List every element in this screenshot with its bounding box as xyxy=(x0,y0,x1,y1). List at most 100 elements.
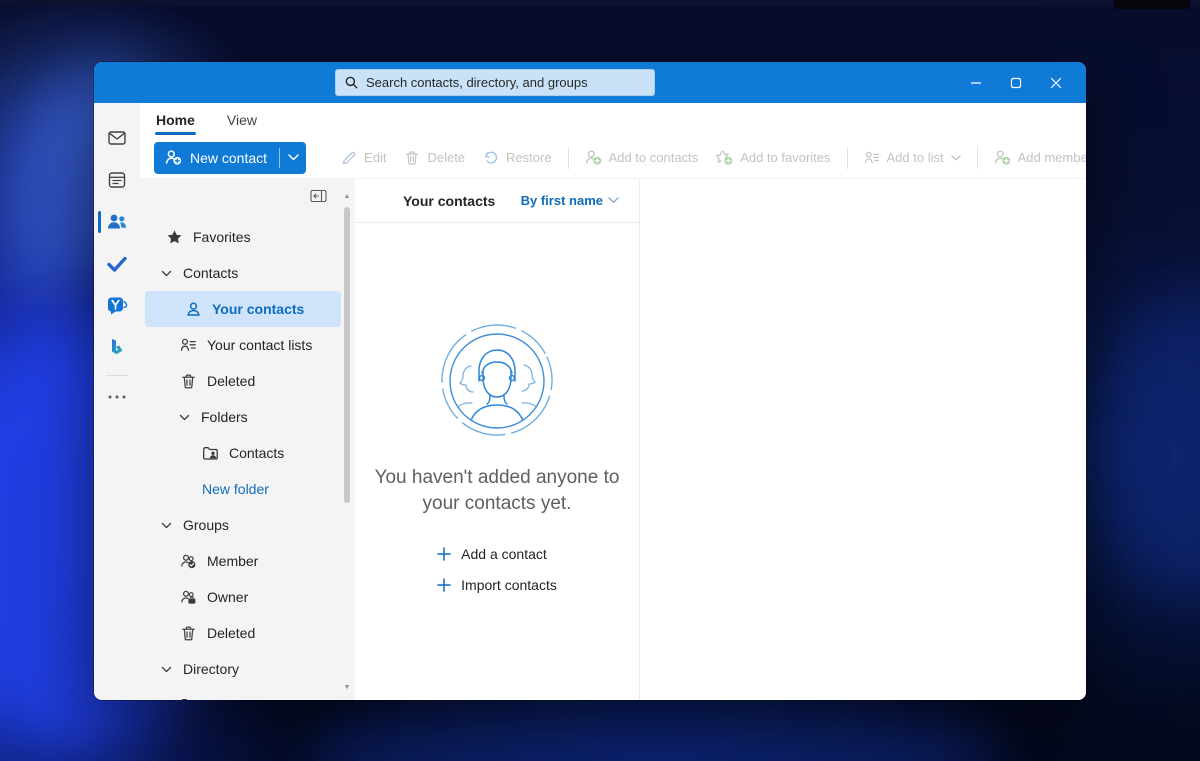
minimize-icon xyxy=(970,77,982,89)
sidebar-item-label: New folder xyxy=(202,481,269,497)
sidebar-scrollbar[interactable]: ▲ ▼ xyxy=(341,193,353,692)
chevron-down-icon xyxy=(951,155,961,161)
folder-icon xyxy=(180,697,197,701)
sidebar-item-label: Default Global Add... xyxy=(207,697,335,700)
people-briefcase-icon xyxy=(180,589,197,606)
sidebar-item-label: Member xyxy=(207,553,258,569)
sidebar-item-owner[interactable]: Owner xyxy=(140,579,355,615)
contacts-list-pane: Your contacts By first name xyxy=(355,179,640,700)
sort-by-dropdown[interactable]: By first name xyxy=(521,193,619,208)
pencil-icon xyxy=(341,150,357,166)
scroll-up-arrow[interactable]: ▲ xyxy=(344,193,351,201)
rail-mail-button[interactable] xyxy=(94,117,140,159)
new-contact-button[interactable]: New contact xyxy=(154,142,306,174)
close-icon xyxy=(1050,77,1062,89)
sidebar-section-contacts[interactable]: Contacts xyxy=(140,255,355,291)
titlebar[interactable] xyxy=(94,62,1086,103)
add-to-list-label: Add to list xyxy=(887,150,944,165)
person-add-icon xyxy=(165,149,182,166)
top-right-black-strip xyxy=(1114,0,1190,9)
tab-view[interactable]: View xyxy=(225,108,259,135)
sidebar-item-label: Deleted xyxy=(207,625,255,641)
sidebar-section-groups[interactable]: Groups xyxy=(140,507,355,543)
rail-more-apps-button[interactable] xyxy=(94,382,140,412)
import-contacts-link[interactable]: Import contacts xyxy=(437,577,557,593)
sidebar-item-favorites[interactable]: Favorites xyxy=(140,219,355,255)
plus-icon xyxy=(437,547,451,561)
chevron-down-icon xyxy=(160,267,173,280)
edit-label: Edit xyxy=(364,150,386,165)
sidebar-item-your-contact-lists[interactable]: Your contact lists xyxy=(140,327,355,363)
sidebar-section-folders[interactable]: Folders xyxy=(140,399,355,435)
import-contacts-label: Import contacts xyxy=(461,577,557,593)
sidebar-item-deleted-groups[interactable]: Deleted xyxy=(140,615,355,651)
rail-calendar-button[interactable] xyxy=(94,159,140,201)
rail-people-button[interactable] xyxy=(94,201,140,243)
sidebar-item-your-contacts[interactable]: Your contacts xyxy=(145,291,341,327)
bing-icon xyxy=(106,337,128,359)
toolbar-separator xyxy=(568,147,569,169)
maximize-icon xyxy=(1010,77,1022,89)
maximize-button[interactable] xyxy=(996,62,1036,103)
app-rail xyxy=(94,103,140,700)
scrollbar-thumb[interactable] xyxy=(344,207,350,503)
empty-state-message: You haven't added anyone to your contact… xyxy=(369,465,625,516)
close-button[interactable] xyxy=(1036,62,1076,103)
chevron-down-icon xyxy=(178,411,191,424)
sidebar-item-label: Your contact lists xyxy=(207,337,312,353)
rail-todo-button[interactable] xyxy=(94,243,140,285)
yammer-icon xyxy=(105,294,129,318)
people-check-icon xyxy=(180,553,197,570)
sidebar-section-directory[interactable]: Directory xyxy=(140,651,355,687)
edit-button[interactable]: Edit xyxy=(332,142,395,174)
scroll-down-arrow[interactable]: ▼ xyxy=(344,684,351,692)
search-box[interactable] xyxy=(335,69,655,96)
add-members-label: Add members xyxy=(1018,150,1086,165)
new-contact-dropdown[interactable] xyxy=(280,142,306,174)
star-plus-icon xyxy=(716,149,733,166)
add-a-contact-link[interactable]: Add a contact xyxy=(437,546,547,562)
window-controls xyxy=(956,62,1076,103)
outlook-people-window: Home View New contact xyxy=(94,62,1086,700)
restore-label: Restore xyxy=(506,150,552,165)
collapse-pane-button[interactable] xyxy=(310,189,327,203)
delete-button[interactable]: Delete xyxy=(395,142,474,174)
list-title: Your contacts xyxy=(403,193,495,209)
sidebar-section-label: Groups xyxy=(183,517,229,533)
sidebar-item-member[interactable]: Member xyxy=(140,543,355,579)
sidebar-item-contacts-folder[interactable]: Contacts xyxy=(140,435,355,471)
empty-state: You haven't added anyone to your contact… xyxy=(355,223,639,700)
sidebar-item-label: Owner xyxy=(207,589,248,605)
add-to-favorites-button[interactable]: Add to favorites xyxy=(707,142,839,174)
ribbon-toolbar: New contact Edit xyxy=(140,137,1086,179)
sidebar-section-label: Folders xyxy=(201,409,248,425)
add-to-list-button[interactable]: Add to list xyxy=(855,142,970,174)
contact-list-icon xyxy=(864,150,880,166)
sidebar-item-default-gal[interactable]: Default Global Add... xyxy=(140,687,355,700)
mail-icon xyxy=(106,127,128,149)
tab-home[interactable]: Home xyxy=(154,108,197,135)
wallpaper-top-shade xyxy=(0,0,1200,5)
chevron-down-icon xyxy=(160,663,173,676)
calendar-icon xyxy=(106,169,128,191)
rail-yammer-button[interactable] xyxy=(94,285,140,327)
add-members-button[interactable]: Add members xyxy=(985,142,1086,174)
sidebar-item-deleted[interactable]: Deleted xyxy=(140,363,355,399)
person-plus-icon xyxy=(585,149,602,166)
empty-contacts-illustration xyxy=(438,321,556,439)
sidebar-section-label: Contacts xyxy=(183,265,238,281)
sidebar-item-label: Your contacts xyxy=(212,301,304,317)
add-to-favorites-label: Add to favorites xyxy=(740,150,830,165)
sidebar-item-new-folder[interactable]: New folder xyxy=(140,471,355,507)
toolbar-separator xyxy=(847,147,848,169)
sort-by-label: By first name xyxy=(521,193,603,208)
list-header: Your contacts By first name xyxy=(355,179,639,223)
rail-selected-indicator xyxy=(98,211,101,233)
restore-button[interactable]: Restore xyxy=(474,142,561,174)
add-to-contacts-button[interactable]: Add to contacts xyxy=(576,142,708,174)
minimize-button[interactable] xyxy=(956,62,996,103)
rail-divider xyxy=(106,375,128,376)
ribbon-tabs: Home View xyxy=(140,103,1086,137)
search-input[interactable] xyxy=(366,75,646,90)
rail-bing-button[interactable] xyxy=(94,327,140,369)
